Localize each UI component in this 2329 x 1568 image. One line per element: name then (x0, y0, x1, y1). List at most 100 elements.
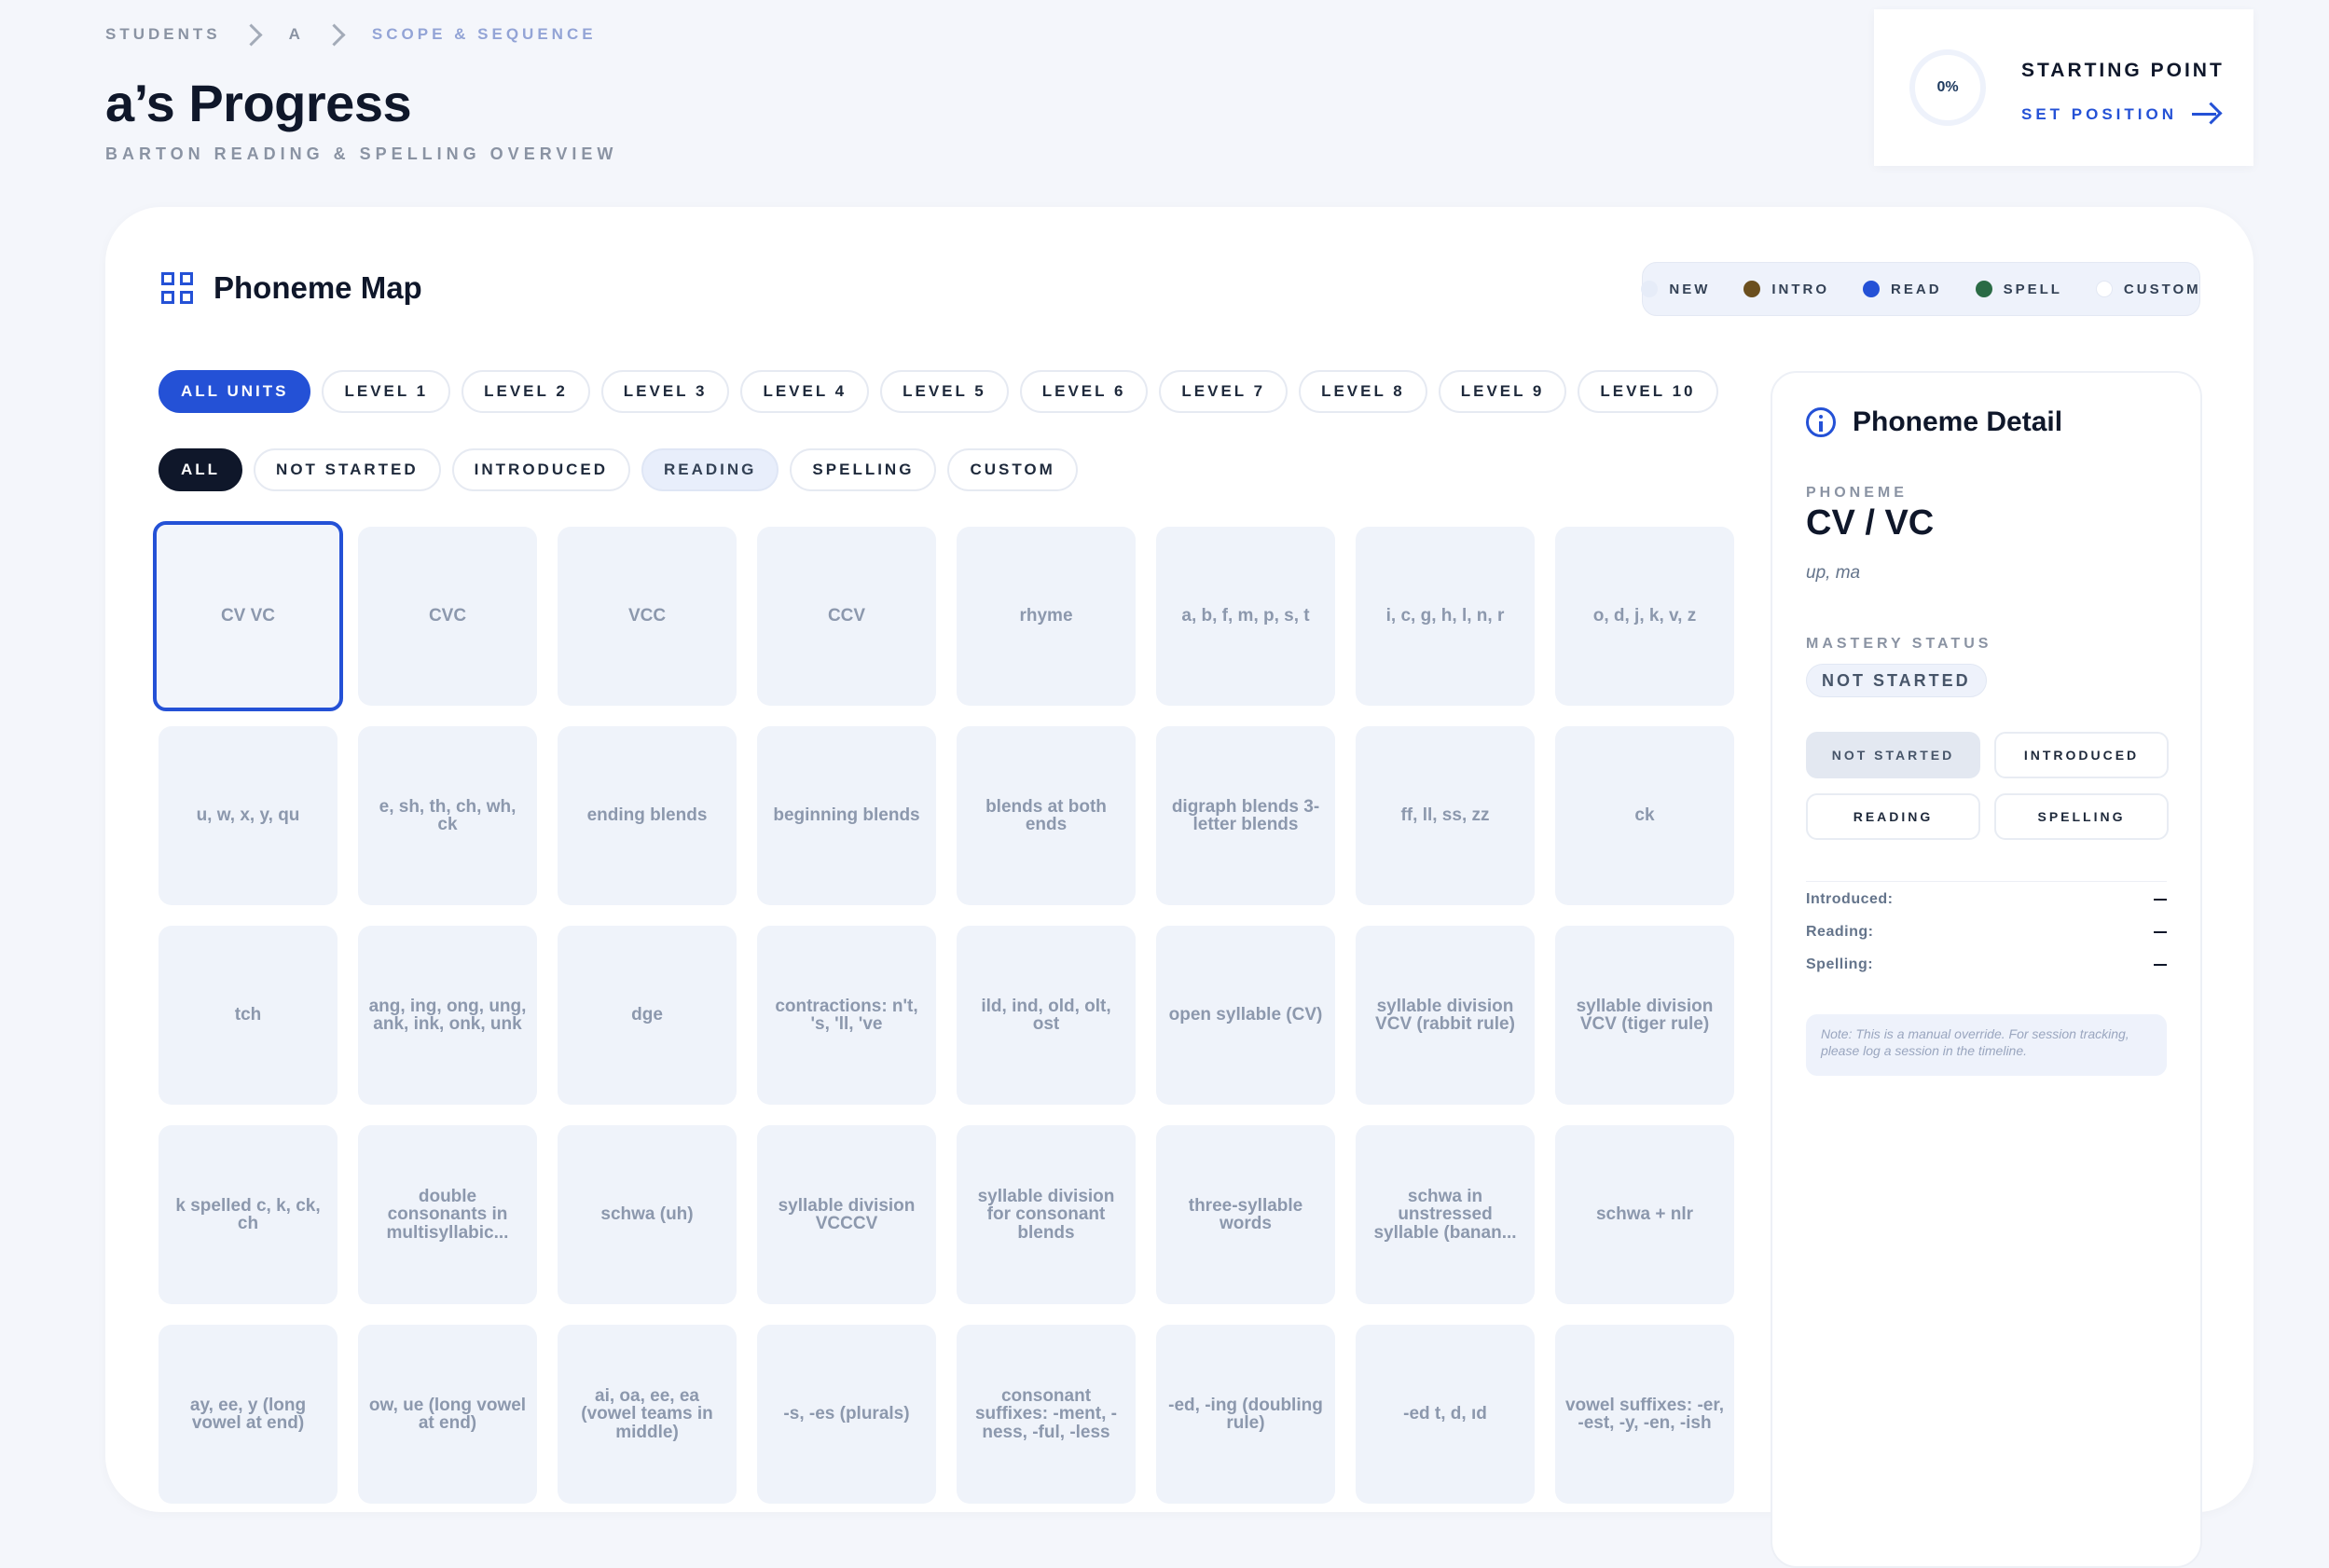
phoneme-tile[interactable]: dge (558, 926, 737, 1105)
progress-ring: 0% (1909, 49, 1986, 126)
set-position-label: SET POSITION (2021, 105, 2178, 123)
phoneme-tile[interactable]: ang, ing, ong, ung, ank, ink, onk, unk (358, 926, 537, 1105)
phoneme-tile[interactable]: ending blends (558, 726, 737, 905)
level-tab-1[interactable]: LEVEL 1 (322, 370, 451, 413)
phoneme-tile[interactable]: u, w, x, y, qu (158, 726, 338, 905)
empty-value (2154, 931, 2167, 933)
level-tab-7[interactable]: LEVEL 7 (1159, 370, 1289, 413)
filter-spelling[interactable]: SPELLING (790, 448, 937, 491)
phoneme-tile[interactable]: ow, ue (long vowel at end) (358, 1325, 537, 1504)
level-tab-6[interactable]: LEVEL 6 (1019, 370, 1149, 413)
phoneme-tile[interactable]: CV VC (153, 521, 343, 711)
level-tab-4[interactable]: LEVEL 4 (740, 370, 870, 413)
phoneme-tile[interactable]: o, d, j, k, v, z (1555, 527, 1734, 706)
set-position-button[interactable]: SET POSITION (2021, 101, 2222, 129)
status-filter: ALL NOT STARTED INTRODUCED READING SPELL… (158, 448, 1078, 491)
level-tab-2[interactable]: LEVEL 2 (462, 370, 590, 413)
legend-dot (1863, 281, 1881, 297)
phoneme-tile[interactable]: blends at both ends (957, 726, 1136, 905)
phoneme-detail-panel: Phoneme Detail PHONEME CV / VC up, ma MA… (1771, 371, 2202, 1568)
mastery-label: MASTERY STATUS (1806, 636, 1992, 652)
status-badge: NOT STARTED (1806, 664, 1987, 697)
phoneme-tile[interactable]: beginning blends (757, 726, 936, 905)
phoneme-tile[interactable]: schwa + nlr (1555, 1125, 1734, 1304)
detail-title: Phoneme Detail (1853, 406, 2063, 437)
phoneme-tile[interactable]: ff, ll, ss, zz (1356, 726, 1535, 905)
legend-spell: SPELL (1975, 281, 2062, 297)
phoneme-tile[interactable]: rhyme (957, 527, 1136, 706)
phoneme-tile[interactable]: contractions: n't, 's, 'll, 've (757, 926, 936, 1105)
phoneme-tile[interactable]: consonant suffixes: -ment, -ness, -ful, … (957, 1325, 1136, 1504)
filter-not-started[interactable]: NOT STARTED (254, 448, 441, 491)
reading-row: Reading: (1806, 924, 2167, 941)
phoneme-tile[interactable]: open syllable (CV) (1156, 926, 1335, 1105)
phoneme-tile[interactable]: -s, -es (plurals) (757, 1325, 936, 1504)
empty-value (2154, 964, 2167, 966)
level-tab-3[interactable]: LEVEL 3 (600, 370, 730, 413)
phoneme-tile[interactable]: tch (158, 926, 338, 1105)
phoneme-examples: up, ma (1806, 563, 1861, 583)
phoneme-tile[interactable]: syllable division for consonant blends (957, 1125, 1136, 1304)
legend-dot (1975, 281, 1992, 297)
phoneme-tile[interactable]: schwa (uh) (558, 1125, 737, 1304)
legend-dot (1743, 281, 1761, 297)
page-title: a’s Progress (105, 74, 412, 132)
phoneme-tile[interactable]: syllable division VCV (tiger rule) (1555, 926, 1734, 1105)
filter-custom[interactable]: CUSTOM (947, 448, 1078, 491)
phoneme-tile[interactable]: three-syllable words (1156, 1125, 1335, 1304)
phoneme-tile[interactable]: e, sh, th, ch, wh, ck (358, 726, 537, 905)
breadcrumb-student[interactable]: A (289, 25, 304, 44)
legend-intro: INTRO (1743, 281, 1829, 297)
phoneme-tile[interactable]: k spelled c, k, ck, ch (158, 1125, 338, 1304)
status-legend: NEW INTRO READ SPELL CUSTOM (1641, 262, 2201, 316)
phoneme-tile[interactable]: CCV (757, 527, 936, 706)
phoneme-tile[interactable]: digraph blends 3-letter blends (1156, 726, 1335, 905)
phoneme-tile[interactable]: schwa in unstressed syllable (banan... (1356, 1125, 1535, 1304)
phoneme-tile[interactable]: syllable division VCCCV (757, 1125, 936, 1304)
override-note: Note: This is a manual override. For ses… (1806, 1014, 2167, 1076)
status-spelling-button[interactable]: SPELLING (1994, 793, 2169, 840)
phoneme-tile[interactable]: ck (1555, 726, 1734, 905)
phoneme-map-title: Phoneme Map (214, 270, 422, 305)
level-tab-all-units[interactable]: ALL UNITS (158, 370, 311, 413)
status-introduced-button[interactable]: INTRODUCED (1994, 732, 2169, 778)
arrow-right-icon (2190, 101, 2222, 129)
starting-point-card: 0% STARTING POINT SET POSITION (1874, 9, 2253, 166)
legend-new: NEW (1641, 281, 1710, 297)
info-icon (1806, 407, 1836, 437)
chevron-right-icon (240, 22, 263, 47)
breadcrumb: STUDENTS A SCOPE & SEQUENCE (105, 22, 597, 47)
phoneme-tile[interactable]: -ed t, d, ıd (1356, 1325, 1535, 1504)
phoneme-tile[interactable]: CVC (358, 527, 537, 706)
chevron-right-icon (323, 22, 346, 47)
phoneme-tile[interactable]: syllable division VCV (rabbit rule) (1356, 926, 1535, 1105)
status-reading-button[interactable]: READING (1806, 793, 1980, 840)
phoneme-tile[interactable]: -ed, -ing (doubling rule) (1156, 1325, 1335, 1504)
phoneme-tile[interactable]: VCC (558, 527, 737, 706)
level-tab-10[interactable]: LEVEL 10 (1578, 370, 1718, 413)
phoneme-tile[interactable]: ild, ind, old, olt, ost (957, 926, 1136, 1105)
filter-all[interactable]: ALL (158, 448, 243, 491)
phoneme-tile[interactable]: vowel suffixes: -er, -est, -y, -en, -ish (1555, 1325, 1734, 1504)
spelling-row: Spelling: (1806, 956, 2167, 973)
legend-dot (2095, 281, 2113, 297)
divider (1806, 881, 2167, 882)
phoneme-map-header: Phoneme Map (161, 270, 422, 306)
level-tab-5[interactable]: LEVEL 5 (880, 370, 1009, 413)
filter-reading[interactable]: READING (641, 448, 779, 491)
empty-value (2154, 899, 2167, 901)
phoneme-grid: CV VC CVC VCC CCV rhyme a, b, f, m, p, s, t i,… (153, 521, 1734, 1504)
phoneme-label: PHONEME (1806, 485, 1908, 501)
starting-point-title: STARTING POINT (2021, 60, 2225, 81)
breadcrumb-students[interactable]: STUDENTS (105, 25, 221, 44)
phoneme-tile[interactable]: ay, ee, y (long vowel at end) (158, 1325, 338, 1504)
phoneme-tile[interactable]: a, b, f, m, p, s, t (1156, 527, 1335, 706)
phoneme-tile[interactable]: double consonants in multisyllabic... (358, 1125, 537, 1304)
legend-custom: CUSTOM (2095, 281, 2201, 297)
phoneme-tile[interactable]: i, c, g, h, l, n, r (1356, 527, 1535, 706)
phoneme-tile[interactable]: ai, oa, ee, ea (vowel teams in middle) (558, 1325, 737, 1504)
level-tab-8[interactable]: LEVEL 8 (1299, 370, 1427, 413)
level-tab-9[interactable]: LEVEL 9 (1438, 370, 1567, 413)
status-not-started-button[interactable]: NOT STARTED (1806, 732, 1980, 778)
filter-introduced[interactable]: INTRODUCED (451, 448, 631, 491)
